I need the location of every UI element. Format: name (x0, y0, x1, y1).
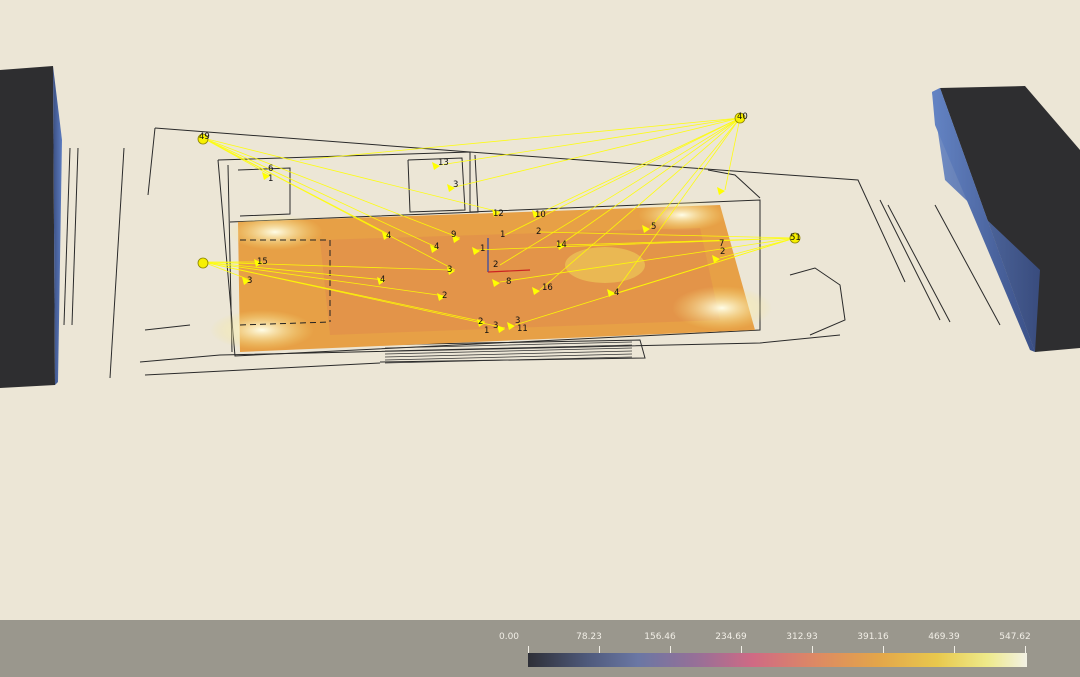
legend-tick-label: 0.00 (498, 632, 520, 642)
legend-tick-label: 156.46 (644, 632, 676, 642)
aim-count-label: 3 (453, 180, 458, 190)
3d-viewport[interactable]: 49 40 51 13 3 6 1 12 10 4 9 1 2 14 5 4 1 2 3 15 3 8 4 2 16 4 2 3 3 1 1… (0, 0, 1080, 620)
legend-tick-label: 547.62 (999, 632, 1031, 642)
grate-lines (384, 341, 633, 364)
false-color-scale (528, 653, 1027, 667)
aim-count-label: 9 (451, 230, 456, 240)
aim-count-label: 3 (447, 265, 452, 275)
legend-tick (528, 646, 529, 653)
aim-count-label: 3 (493, 321, 498, 331)
legend-bar: 0.00 78.23 156.46 234.69 312.93 391.16 469.39 5… (0, 620, 1080, 677)
legend-tick-label: 312.93 (786, 632, 818, 642)
aim-count-label: 4 (380, 275, 385, 285)
aim-count-label: 2 (442, 291, 447, 301)
legend-tick (670, 646, 671, 653)
aim-count-label: 13 (438, 158, 449, 168)
aim-count-label: 4 (434, 242, 439, 252)
aim-count-label: 4 (386, 231, 391, 241)
aim-count-label: 3 (247, 276, 252, 286)
aim-count-label: 40 (737, 112, 748, 122)
aim-count-label: 10 (535, 210, 546, 220)
legend-tick (741, 646, 742, 653)
aim-count-label: 4 (614, 288, 619, 298)
aim-count-label: 2 (478, 317, 483, 327)
aim-count-label: 11 (517, 324, 528, 334)
scene-canvas[interactable]: 4940511336112 104 9 1 21454 123153 84216 42 3 31 1… (0, 0, 1080, 620)
aim-count-label: 16 (542, 283, 553, 293)
aim-count-label: 15 (257, 257, 268, 267)
legend-tick-label: 469.39 (928, 632, 960, 642)
aim-count-label: 1 (480, 244, 485, 254)
aim-count-label: 2 (493, 260, 498, 270)
aim-count-label: 1 (268, 174, 273, 184)
aim-count-label: 5 (651, 222, 656, 232)
aim-count-label: 8 (506, 277, 511, 287)
aim-count-label: 12 (493, 209, 504, 219)
building-left (0, 66, 62, 388)
aim-count-label: 1 (500, 230, 505, 240)
aim-count-label: 6 (268, 164, 273, 174)
legend-tick (1025, 646, 1026, 653)
legend-tick (883, 646, 884, 653)
illuminance-surface (210, 199, 772, 352)
aim-count-label: 2 (536, 227, 541, 237)
aim-count-label: 1 (484, 326, 489, 336)
legend-tick (812, 646, 813, 653)
aim-count-label: 51 (790, 233, 801, 243)
legend-tick-label: 78.23 (576, 632, 602, 642)
aim-count-label: 14 (556, 240, 567, 250)
legend-tick-label: 391.16 (857, 632, 889, 642)
building-right (932, 86, 1080, 352)
legend-tick-label: 234.69 (715, 632, 747, 642)
legend-tick (599, 646, 600, 653)
legend-tick (954, 646, 955, 653)
aim-count-label: 7 (719, 239, 724, 249)
aim-count-label: 49 (199, 132, 210, 142)
